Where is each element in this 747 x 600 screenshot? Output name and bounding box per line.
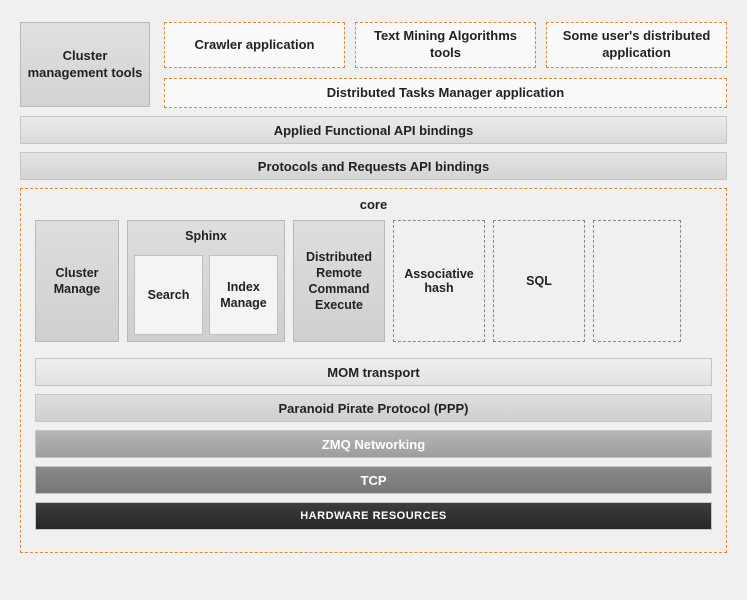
sphinx-label: Sphinx <box>185 229 227 243</box>
top-section: Cluster management tools Crawler applica… <box>20 22 727 108</box>
distributed-tasks-manager-box: Distributed Tasks Manager application <box>164 78 727 108</box>
cluster-management-tools-box: Cluster management tools <box>20 22 150 107</box>
empty-placeholder-box <box>593 220 681 342</box>
hardware-bar: HARDWARE RESOURCES <box>35 502 712 530</box>
core-modules-row: Cluster Manage Sphinx Search Index Manag… <box>35 220 712 342</box>
sphinx-search-box: Search <box>134 255 203 335</box>
cluster-manage-box: Cluster Manage <box>35 220 119 342</box>
ppp-bar: Paranoid Pirate Protocol (PPP) <box>35 394 712 422</box>
zmq-bar: ZMQ Networking <box>35 430 712 458</box>
top-right-column: Crawler application Text Mining Algorith… <box>164 22 727 108</box>
text-mining-tools-box: Text Mining Algorithms tools <box>355 22 536 68</box>
user-distributed-app-box: Some user's distributed application <box>546 22 727 68</box>
crawler-application-box: Crawler application <box>164 22 345 68</box>
mom-transport-bar: MOM transport <box>35 358 712 386</box>
associative-hash-box: Associative hash <box>393 220 485 342</box>
sphinx-inner-row: Search Index Manage <box>134 255 278 335</box>
sql-box: SQL <box>493 220 585 342</box>
core-label: core <box>35 197 712 212</box>
functional-api-bar: Applied Functional API bindings <box>20 116 727 144</box>
tcp-bar: TCP <box>35 466 712 494</box>
core-container: core Cluster Manage Sphinx Search Index … <box>20 188 727 553</box>
applications-row: Crawler application Text Mining Algorith… <box>164 22 727 68</box>
sphinx-box: Sphinx Search Index Manage <box>127 220 285 342</box>
sphinx-index-manage-box: Index Manage <box>209 255 278 335</box>
protocols-api-bar: Protocols and Requests API bindings <box>20 152 727 180</box>
drce-box: Distributed Remote Command Execute <box>293 220 385 342</box>
